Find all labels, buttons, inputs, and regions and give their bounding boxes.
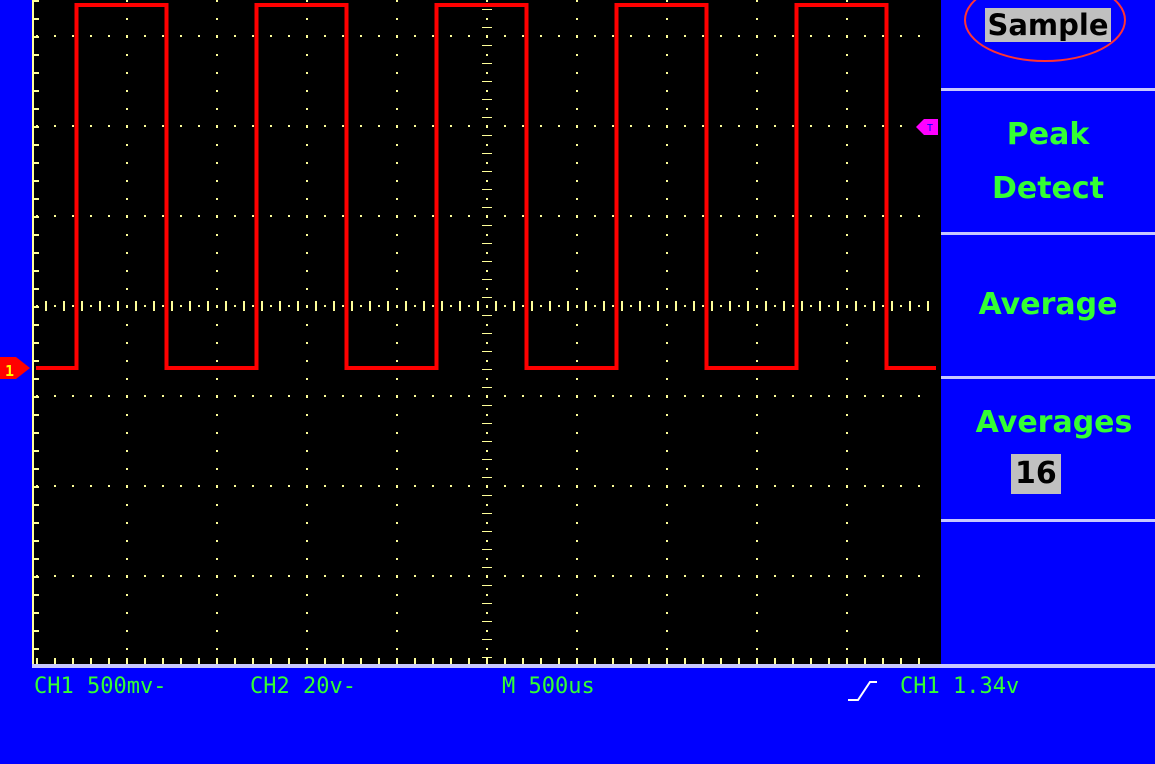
- menu-divider: [941, 232, 1155, 235]
- trigger-marker-label: T: [927, 123, 933, 134]
- menu-divider: [941, 376, 1155, 379]
- peak-detect-label-line2: Detect: [991, 171, 1105, 206]
- menu-divider: [941, 519, 1155, 522]
- waveform-display: 1 T: [0, 0, 941, 666]
- screen-bottom-border: [32, 664, 1155, 668]
- menu-average-button[interactable]: Average: [941, 278, 1155, 332]
- ch1-marker-label: 1: [5, 362, 14, 380]
- averages-label: Averages: [975, 405, 1133, 440]
- averages-value: 16: [1011, 454, 1061, 494]
- oscilloscope-screen: 1 T Sample Peak Detect Average Averages …: [0, 0, 1155, 764]
- rising-edge-trigger-icon: [848, 681, 877, 701]
- trigger-level-readout: CH1 1.34v: [900, 674, 1020, 699]
- ch1-ground-marker[interactable]: 1: [0, 357, 30, 380]
- peak-detect-label-line1: Peak: [1006, 117, 1090, 152]
- acquire-menu: [941, 0, 1155, 668]
- average-label: Average: [978, 287, 1118, 322]
- ch1-scale-readout: CH1 500mv-: [34, 674, 167, 699]
- ch2-scale-readout: CH2 20v-: [250, 674, 356, 699]
- timebase-readout: M 500us: [502, 674, 595, 699]
- menu-averages-button[interactable]: Averages 16: [941, 396, 1155, 494]
- menu-divider: [941, 88, 1155, 91]
- menu-peak-detect-button[interactable]: Peak Detect: [941, 108, 1155, 216]
